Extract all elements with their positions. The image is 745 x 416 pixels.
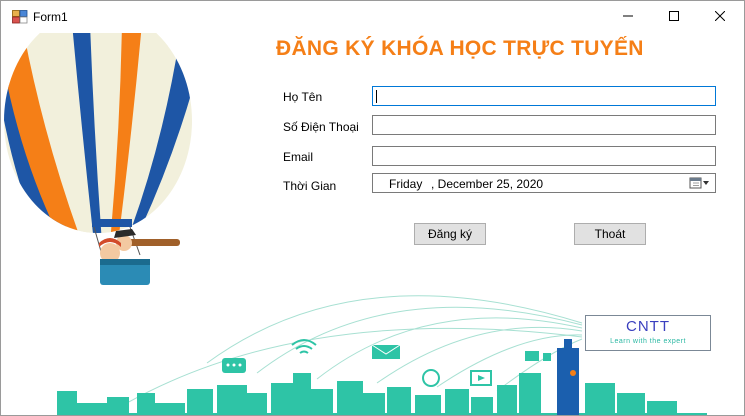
phone-field[interactable]	[372, 115, 716, 135]
time-label: Thời Gian	[283, 179, 337, 193]
hot-air-balloon-illustration	[4, 33, 192, 285]
name-field[interactable]	[372, 86, 716, 106]
cntt-logo-title: CNTT	[626, 318, 670, 335]
close-icon	[714, 10, 726, 24]
minimize-icon	[623, 10, 633, 24]
phone-label: Số Điện Thoại	[283, 120, 359, 134]
name-label: Họ Tên	[283, 90, 323, 104]
date-time-picker[interactable]: Friday , December 25, 2020	[372, 173, 716, 193]
exit-button[interactable]: Thoát	[574, 223, 646, 245]
calendar-icon	[689, 177, 702, 189]
text-caret	[376, 90, 377, 103]
date-value[interactable]: , December 25, 2020	[431, 177, 543, 191]
register-button[interactable]: Đăng ký	[414, 223, 486, 245]
cntt-logo-box: CNTT Learn with the expert	[585, 315, 711, 351]
email-field[interactable]	[372, 146, 716, 166]
form-client-area: ĐĂNG KÝ KHÓA HỌC TRỰC TUYẾN Họ Tên Số Đi…	[2, 33, 743, 415]
title-bar[interactable]: Form1	[1, 1, 744, 33]
main-window: Form1 ĐĂNG KÝ KHÓA HỌC TRỰC TUYẾN Họ Tên…	[0, 0, 745, 416]
email-label: Email	[283, 150, 314, 164]
maximize-button[interactable]	[651, 1, 697, 33]
app-form-icon	[12, 10, 28, 24]
dropdown-arrow-icon	[703, 181, 709, 185]
page-title: ĐĂNG KÝ KHÓA HỌC TRỰC TUYẾN	[276, 37, 644, 60]
date-day-of-week[interactable]: Friday	[389, 177, 422, 191]
calendar-dropdown-button[interactable]	[689, 176, 711, 190]
window-title: Form1	[33, 10, 68, 24]
maximize-icon	[669, 10, 679, 24]
close-button[interactable]	[697, 1, 743, 33]
cntt-logo-subtitle: Learn with the expert	[610, 338, 686, 345]
minimize-button[interactable]	[605, 1, 651, 33]
